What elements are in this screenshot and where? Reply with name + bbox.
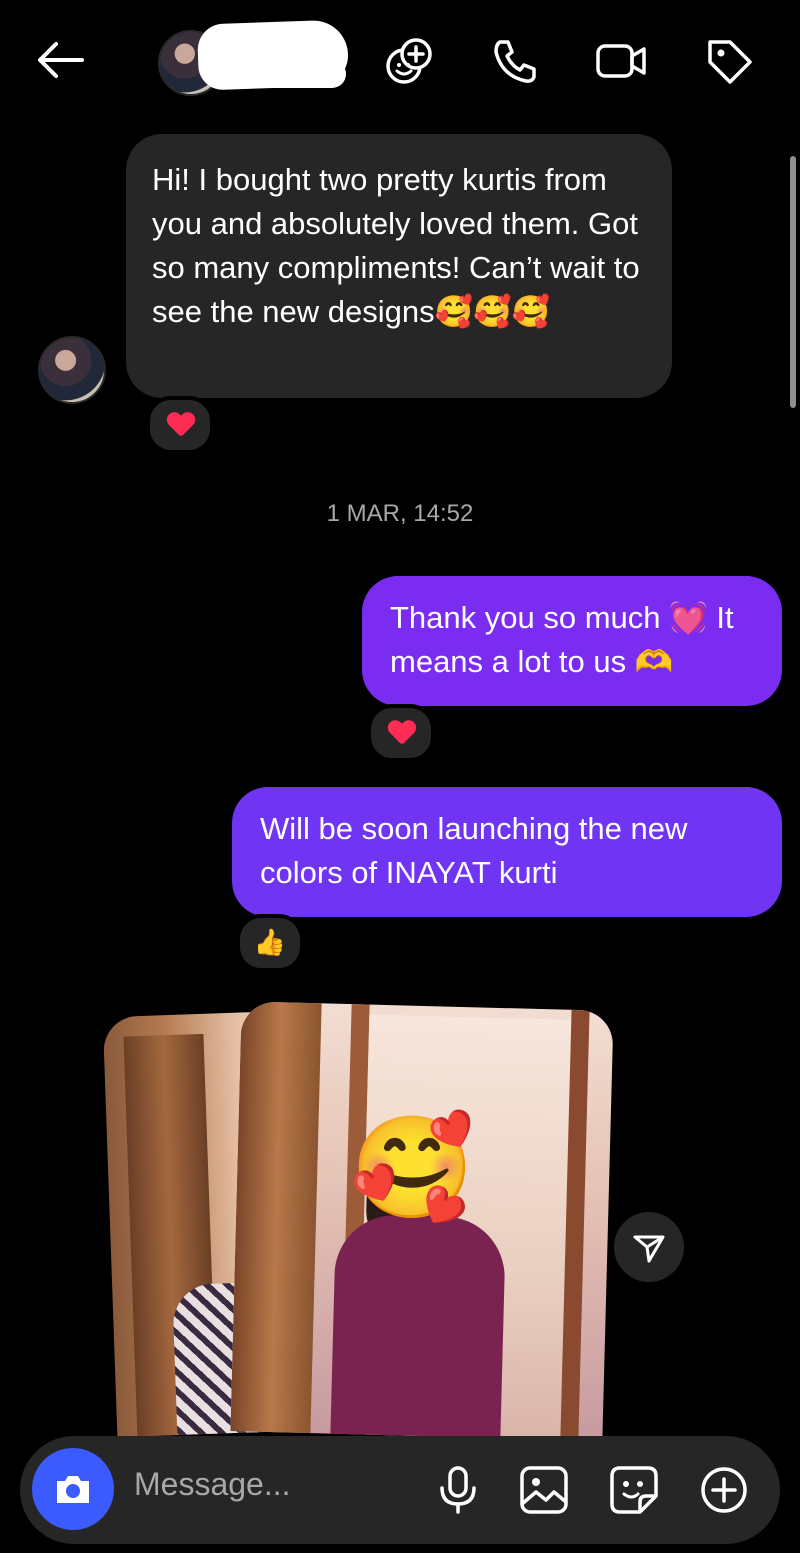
send-icon [633,1235,665,1263]
scrollbar[interactable] [790,156,796,408]
phone-icon [494,40,536,83]
gallery-icon [520,1466,568,1514]
camera-icon [57,1476,89,1503]
share-button[interactable] [614,1212,684,1282]
add-people-button[interactable] [382,34,436,88]
message-reaction[interactable]: 👍 [236,914,304,972]
microphone-icon [440,1466,476,1514]
tag-icon [708,40,752,84]
more-options-button[interactable] [696,1462,752,1518]
photo-content [230,1001,322,1441]
add-people-icon [386,38,432,84]
date-separator: 1 MAR, 14:52 [326,500,474,527]
video-call-button[interactable] [594,34,648,88]
tag-button[interactable] [702,34,756,88]
message-reaction[interactable] [367,704,435,762]
video-camera-icon [596,44,646,78]
camera-button[interactable] [32,1448,114,1530]
incoming-message-bubble[interactable]: Hi! I bought two pretty kurtis from you … [126,134,672,398]
back-button[interactable] [32,36,88,84]
sticker-button[interactable] [606,1462,662,1518]
outgoing-message-bubble[interactable]: Will be soon launching the new colors of… [232,787,782,917]
heart-icon [388,721,414,745]
plus-icon [701,1467,747,1513]
sender-avatar[interactable] [38,336,106,404]
gallery-button[interactable] [516,1462,572,1518]
redaction-mark [250,60,346,88]
voice-call-button[interactable] [488,34,542,88]
outgoing-message-bubble[interactable]: Thank you so much 💓 It means a lot to us… [362,576,782,706]
face-cover-emoji: 🥰 [350,1109,475,1226]
message-input[interactable] [134,1466,414,1503]
back-arrow-icon [38,42,84,78]
message-reaction[interactable] [146,396,214,454]
voice-message-button[interactable] [430,1462,486,1518]
heart-icon [167,413,193,437]
sticker-icon [610,1466,658,1514]
photo-content [330,1213,507,1441]
contact-name[interactable]: n... [284,30,325,55]
